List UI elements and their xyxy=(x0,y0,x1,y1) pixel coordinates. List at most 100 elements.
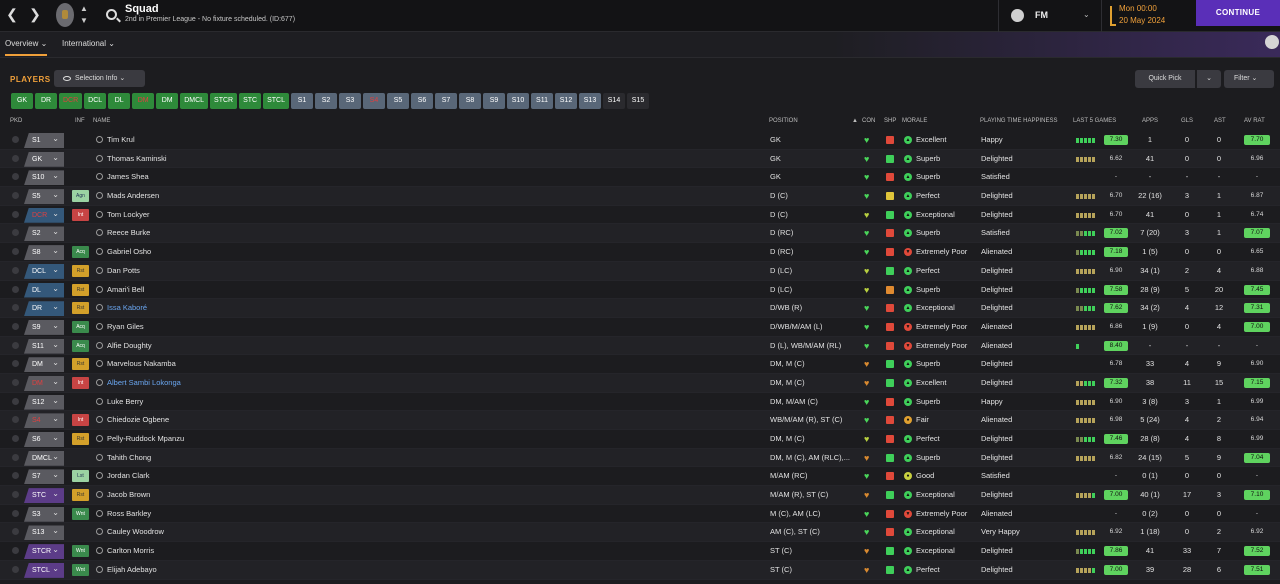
player-name[interactable]: Reece Burke xyxy=(107,228,150,237)
select-dot[interactable] xyxy=(12,397,19,405)
picked-position-dropdown[interactable]: DM xyxy=(24,375,64,391)
picked-position-dropdown[interactable]: GK xyxy=(24,151,64,167)
position-chip[interactable]: S9 xyxy=(483,93,505,109)
select-dot[interactable] xyxy=(12,341,19,349)
table-row[interactable]: STCR Wnt Carlton Morris ST (C) ♥ ▲ Exceptional… xyxy=(0,542,1280,561)
position-chip[interactable]: S10 xyxy=(507,93,529,109)
position-chip[interactable]: S5 xyxy=(387,93,409,109)
position-chip[interactable]: DMCL xyxy=(180,93,209,109)
table-row[interactable]: DL Rst Amari'i Bell D (LC) ♥ ▲ Superb Delighted… xyxy=(0,281,1280,300)
picked-position-dropdown[interactable]: DR xyxy=(24,301,64,317)
club-crest-icon[interactable] xyxy=(56,3,74,27)
continue-button[interactable]: CONTINUE xyxy=(1196,0,1280,26)
select-dot[interactable] xyxy=(12,229,19,237)
col-gls[interactable]: GLS xyxy=(1181,118,1193,124)
picked-position-dropdown[interactable]: S7 xyxy=(24,469,64,485)
table-row[interactable]: S7 Lst Jordan Clark M/AM (RC) ♥ ● Good Satisfie… xyxy=(0,467,1280,487)
table-row[interactable]: S5 Agn Mads Andersen D (C) ♥ ▲ Perfect Delighte… xyxy=(0,187,1280,206)
select-dot[interactable] xyxy=(12,304,19,312)
position-chip[interactable]: DM xyxy=(132,93,155,109)
picked-position-dropdown[interactable]: DMCL xyxy=(24,450,64,466)
select-dot[interactable] xyxy=(12,453,19,461)
player-name[interactable]: Tim Krul xyxy=(107,135,135,144)
avatar[interactable] xyxy=(1011,9,1024,22)
player-name[interactable]: Gabriel Osho xyxy=(107,247,151,256)
table-row[interactable]: DCR Int Tom Lockyer D (C) ♥ ▲ Exceptional Delig… xyxy=(0,206,1280,225)
select-dot[interactable] xyxy=(12,509,19,517)
position-chip[interactable]: S8 xyxy=(459,93,481,109)
player-name[interactable]: Marvelous Nakamba xyxy=(107,359,176,368)
position-chip[interactable]: DR xyxy=(35,93,57,109)
position-chip[interactable]: S12 xyxy=(555,93,577,109)
picked-position-dropdown[interactable]: S2 xyxy=(24,226,64,242)
player-name[interactable]: Elijah Adebayo xyxy=(107,565,157,574)
col-apps[interactable]: APPS xyxy=(1142,118,1158,124)
picked-position-dropdown[interactable]: S4 xyxy=(24,413,64,429)
picked-position-dropdown[interactable]: DCR xyxy=(24,207,64,223)
picked-position-dropdown[interactable]: DCL xyxy=(24,263,64,279)
picked-position-dropdown[interactable]: DM xyxy=(24,357,64,373)
search-icon[interactable] xyxy=(106,9,117,20)
col-last5[interactable]: LAST 5 GAMES xyxy=(1073,118,1116,124)
col-morale[interactable]: MORALE xyxy=(902,118,927,124)
select-dot[interactable] xyxy=(12,173,19,181)
profile-avatar[interactable] xyxy=(1265,35,1279,49)
select-dot[interactable] xyxy=(12,285,19,293)
table-row[interactable]: S3 Wnt Ross Barkley M (C), AM (LC) ♥ ▼ Extreme… xyxy=(0,505,1280,524)
player-name[interactable]: Alfie Doughty xyxy=(107,341,152,350)
position-chip[interactable]: DCR xyxy=(59,93,83,109)
select-dot[interactable] xyxy=(12,528,19,536)
table-row[interactable]: S13 Cauley Woodrow AM (C), ST (C) ♥ ▲ Excepti… xyxy=(0,523,1280,543)
picked-position-dropdown[interactable]: S1 xyxy=(24,133,64,148)
position-chip[interactable]: S4 xyxy=(363,93,385,109)
picked-position-dropdown[interactable]: DL xyxy=(24,282,64,298)
table-row[interactable]: DCL Rst Dan Potts D (LC) ♥ ▲ Perfect Delighted 6… xyxy=(0,261,1280,281)
select-dot[interactable] xyxy=(12,248,19,256)
player-name[interactable]: Ryan Giles xyxy=(107,322,144,331)
player-name[interactable]: Ross Barkley xyxy=(107,509,151,518)
position-chip[interactable]: S14 xyxy=(603,93,625,109)
select-dot[interactable] xyxy=(12,416,19,424)
select-dot[interactable] xyxy=(12,547,19,555)
table-row[interactable]: S6 Rst Pelly-Ruddock Mpanzu DM, M (C) ♥ ▲ Perf… xyxy=(0,430,1280,449)
quick-pick-button[interactable]: Quick Pick xyxy=(1135,70,1195,88)
select-dot[interactable] xyxy=(12,435,19,442)
player-name[interactable]: Albert Sambi Lokonga xyxy=(107,378,181,387)
col-shp[interactable]: SHP xyxy=(884,118,896,124)
club-switch-icon[interactable]: ▲ ▼ xyxy=(80,3,88,27)
filter-button[interactable]: Filter ⌄ xyxy=(1224,70,1274,88)
table-row[interactable]: GK Thomas Kaminski GK ♥ ▲ Superb Delighted 6.62… xyxy=(0,149,1280,169)
select-dot[interactable] xyxy=(12,472,19,480)
position-chip[interactable]: DM xyxy=(156,93,179,109)
manager-menu[interactable]: FM ⌄ xyxy=(998,0,1102,32)
picked-position-dropdown[interactable]: STCR xyxy=(24,544,64,560)
position-chip[interactable]: STCR xyxy=(210,93,238,109)
quick-pick-dropdown[interactable]: ⌄ xyxy=(1197,70,1221,88)
select-dot[interactable] xyxy=(12,565,19,573)
selection-info-button[interactable]: Selection Info ⌄ xyxy=(54,70,145,87)
select-dot[interactable] xyxy=(12,266,19,274)
position-chip[interactable]: S7 xyxy=(435,93,457,109)
picked-position-dropdown[interactable]: S5 xyxy=(24,189,64,205)
select-dot[interactable] xyxy=(12,210,19,218)
col-name[interactable]: NAME xyxy=(93,118,110,124)
col-playing-time[interactable]: PLAYING TIME HAPPINESS xyxy=(980,118,1057,124)
player-name[interactable]: Chiedozie Ogbene xyxy=(107,415,169,424)
forward-icon[interactable]: ❯ xyxy=(26,6,44,23)
col-ast[interactable]: AST xyxy=(1214,118,1226,124)
picked-position-dropdown[interactable]: S11 xyxy=(24,338,64,354)
position-chip[interactable]: S11 xyxy=(531,93,553,109)
picked-position-dropdown[interactable]: S9 xyxy=(24,319,64,335)
select-dot[interactable] xyxy=(12,192,19,200)
back-icon[interactable]: ❮ xyxy=(3,6,21,23)
picked-position-dropdown[interactable]: S8 xyxy=(24,245,64,261)
col-pkd[interactable]: PKD xyxy=(10,118,22,124)
table-row[interactable]: STCL Wnt Elijah Adebayo ST (C) ♥ ▲ Perfect Deli… xyxy=(0,560,1280,580)
picked-position-dropdown[interactable]: S10 xyxy=(24,170,64,186)
player-name[interactable]: James Shea xyxy=(107,172,149,181)
player-name[interactable]: Issa Kaboré xyxy=(107,303,147,312)
player-name[interactable]: Jacob Brown xyxy=(107,490,150,499)
table-row[interactable]: S8 Acq Gabriel Osho D (RC) ♥ ▼ Extremely Poor A… xyxy=(0,243,1280,262)
table-row[interactable]: DR Rst Issa Kaboré D/WB (R) ♥ ▲ Exceptional Del… xyxy=(0,299,1280,318)
table-row[interactable]: DM Rst Marvelous Nakamba DM, M (C) ♥ ▲ Superb D… xyxy=(0,355,1280,374)
